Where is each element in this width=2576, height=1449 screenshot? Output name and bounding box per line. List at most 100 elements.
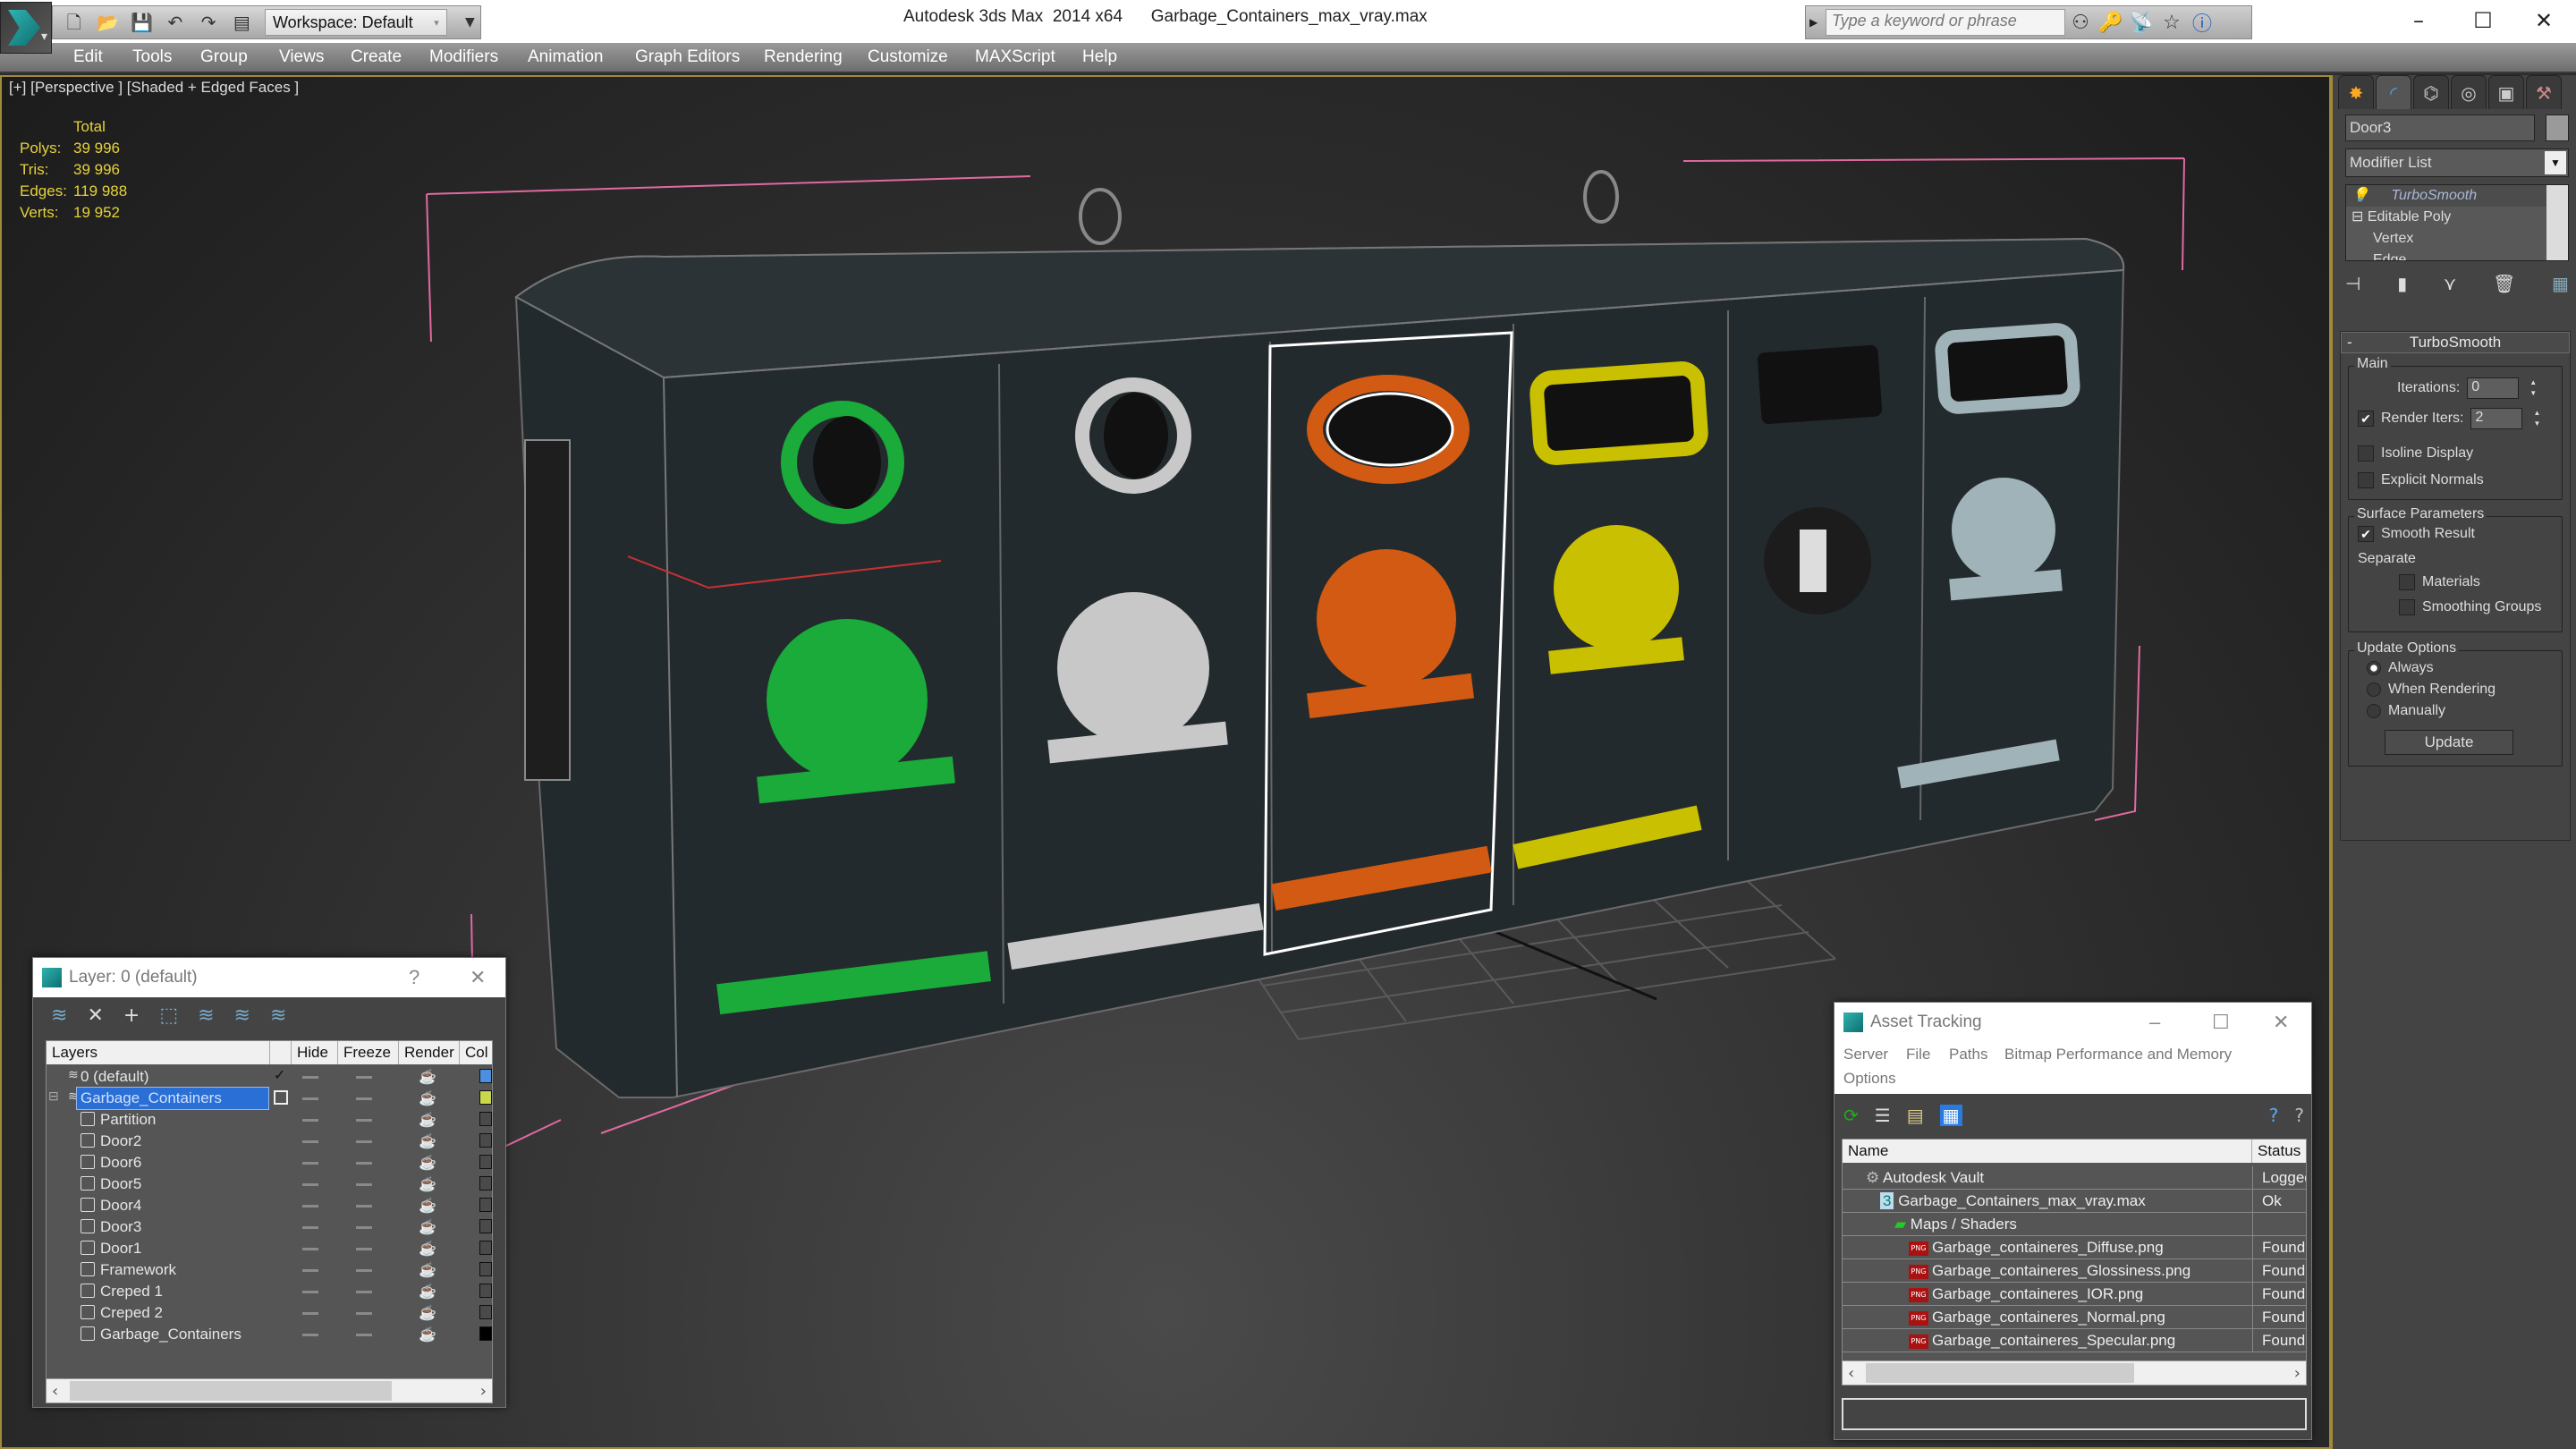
radio-button[interactable] xyxy=(2367,704,2381,718)
hide-toggle[interactable] xyxy=(302,1205,318,1208)
hide-toggle[interactable] xyxy=(302,1226,318,1229)
layer-name[interactable]: Creped 2 xyxy=(97,1302,163,1324)
modifier-stack[interactable]: 💡 TurboSmooth ⊟ Editable Poly Vertex Edg… xyxy=(2345,184,2569,261)
menu-maxscript[interactable]: MAXScript xyxy=(975,43,1055,72)
expand-arrow-icon[interactable]: ▶ xyxy=(1809,16,1826,29)
layer-color-swatch[interactable] xyxy=(479,1262,492,1276)
pin-stack-icon[interactable]: ⊣ xyxy=(2345,273,2360,294)
explicit-normals-checkbox[interactable] xyxy=(2358,472,2374,488)
hide-toggle[interactable] xyxy=(302,1312,318,1315)
layer-color-swatch[interactable] xyxy=(479,1284,492,1298)
layer-horizontal-scrollbar[interactable]: ‹ › xyxy=(46,1378,493,1403)
render-teapot-icon[interactable]: ☕ xyxy=(419,1111,436,1129)
layer-name[interactable]: Door1 xyxy=(97,1238,141,1259)
radio-button[interactable] xyxy=(2367,661,2381,675)
hide-toggle[interactable] xyxy=(302,1119,318,1122)
stack-scrollbar[interactable] xyxy=(2546,185,2568,260)
hierarchy-tab-icon[interactable]: ⌬ xyxy=(2413,75,2449,109)
asset-dialog-titlebar[interactable]: Asset Tracking – ☐ ✕ xyxy=(1835,1003,2311,1042)
scroll-right-icon[interactable]: › xyxy=(480,1379,487,1404)
menu-animation[interactable]: Animation xyxy=(528,43,604,72)
stack-item-vertex[interactable]: Vertex xyxy=(2346,228,2568,250)
render-iters-spinner[interactable]: 2 xyxy=(2470,408,2523,429)
help-button[interactable]: ? xyxy=(409,958,419,997)
hide-toggle[interactable] xyxy=(302,1334,318,1336)
materials-checkbox[interactable] xyxy=(2399,574,2415,590)
make-unique-icon[interactable]: ⋎ xyxy=(2444,273,2457,294)
close-button[interactable]: ✕ xyxy=(2517,4,2571,38)
collapse-icon[interactable]: ⊟ xyxy=(48,1089,59,1104)
current-layer-box-icon[interactable] xyxy=(274,1090,288,1105)
asset-row[interactable]: ▰ Maps / Shaders xyxy=(1843,1213,2306,1236)
render-teapot-icon[interactable]: ☕ xyxy=(419,1154,436,1172)
help-online-icon[interactable]: ? xyxy=(2269,1105,2279,1126)
layer-row[interactable]: Framework ☕ xyxy=(47,1259,492,1281)
layer-row[interactable]: Door6 ☕ xyxy=(47,1152,492,1174)
layer-row[interactable]: Door4 ☕ xyxy=(47,1195,492,1216)
layer-name[interactable]: Door4 xyxy=(97,1195,141,1216)
menu-graph-editors[interactable]: Graph Editors xyxy=(635,43,740,72)
layer-name[interactable]: 0 (default) xyxy=(77,1066,149,1088)
close-button[interactable]: ✕ xyxy=(470,958,486,997)
menu-modifiers[interactable]: Modifiers xyxy=(429,43,498,72)
menu-create[interactable]: Create xyxy=(351,43,402,72)
col-render[interactable]: Render xyxy=(399,1041,460,1064)
freeze-toggle[interactable] xyxy=(356,1291,372,1293)
motion-tab-icon[interactable]: ◎ xyxy=(2451,75,2487,109)
menu-rendering[interactable]: Rendering xyxy=(764,43,843,72)
menu-views[interactable]: Views xyxy=(279,43,324,72)
stack-item-edge[interactable]: Edge xyxy=(2346,250,2568,260)
layer-name[interactable]: Garbage_Containers xyxy=(97,1324,242,1345)
hide-toggle[interactable] xyxy=(302,1140,318,1143)
layer-color-swatch[interactable] xyxy=(479,1241,492,1255)
maximize-button[interactable]: ☐ xyxy=(2456,4,2510,38)
star-icon[interactable]: ☆ xyxy=(2157,12,2187,34)
current-layer-check-icon[interactable]: ✓ xyxy=(274,1066,285,1084)
smoothing-groups-checkbox[interactable] xyxy=(2399,599,2415,615)
render-teapot-icon[interactable]: ☕ xyxy=(419,1068,436,1086)
lightbulb-icon[interactable]: 💡 xyxy=(2351,188,2369,203)
layer-row[interactable]: Creped 1 ☕ xyxy=(47,1281,492,1302)
menu-file[interactable]: File xyxy=(1906,1046,1930,1063)
delete-layer-icon[interactable]: ✕ xyxy=(87,1004,103,1027)
layer-row[interactable]: Garbage_Containers ☕ xyxy=(47,1324,492,1345)
render-teapot-icon[interactable]: ☕ xyxy=(419,1261,436,1279)
freeze-toggle[interactable] xyxy=(356,1334,372,1336)
asset-row[interactable]: PNG Garbage_containeres_Glossiness.png Fou… xyxy=(1843,1259,2306,1283)
layer-color-swatch[interactable] xyxy=(479,1198,492,1212)
layer-color-swatch[interactable] xyxy=(479,1305,492,1319)
key-icon[interactable]: 🔑 xyxy=(2096,12,2126,34)
asset-row[interactable]: 3 Garbage_Containers_max_vray.max Ok xyxy=(1843,1190,2306,1213)
layer-row[interactable]: Creped 2 ☕ xyxy=(47,1302,492,1324)
display-tab-icon[interactable]: ▣ xyxy=(2488,75,2524,109)
layer-name[interactable]: Framework xyxy=(97,1259,176,1281)
asset-row[interactable]: ⚙ Autodesk Vault Logged xyxy=(1843,1166,2306,1190)
menu-paths[interactable]: Paths xyxy=(1949,1046,1987,1063)
update-button[interactable]: Update xyxy=(2385,730,2513,755)
menu-edit[interactable]: Edit xyxy=(73,43,103,72)
freeze-toggle[interactable] xyxy=(356,1248,372,1250)
select-objects-icon[interactable]: ⬚ xyxy=(159,1004,178,1027)
radio-button[interactable] xyxy=(2367,682,2381,697)
modify-tab-icon[interactable]: ◜ xyxy=(2376,75,2411,109)
render-teapot-icon[interactable]: ☕ xyxy=(419,1132,436,1150)
col-freeze[interactable]: Freeze xyxy=(338,1041,399,1064)
layer-row[interactable]: Door3 ☕ xyxy=(47,1216,492,1238)
project-folder-icon[interactable]: ▤ xyxy=(232,11,252,34)
collapse-icon[interactable]: ⊟ xyxy=(2351,209,2363,225)
add-to-layer-icon[interactable]: + xyxy=(123,1004,140,1027)
utilities-tab-icon[interactable]: ⚒ xyxy=(2526,75,2562,109)
layer-name[interactable]: Door5 xyxy=(97,1174,141,1195)
menu-server[interactable]: Server xyxy=(1843,1046,1888,1063)
refresh-icon[interactable]: ⟳ xyxy=(1843,1105,1859,1126)
col-current[interactable] xyxy=(270,1041,292,1064)
hide-toggle[interactable] xyxy=(302,1076,318,1079)
col-name[interactable]: Name xyxy=(1843,1140,2252,1163)
freeze-toggle[interactable] xyxy=(356,1119,372,1122)
help-icon[interactable]: ⓘ xyxy=(2187,8,2217,37)
layer-name[interactable]: Garbage_Containers xyxy=(76,1087,269,1110)
freeze-toggle[interactable] xyxy=(356,1097,372,1100)
layer-row[interactable]: Door5 ☕ xyxy=(47,1174,492,1195)
minimize-button[interactable]: – xyxy=(2392,4,2445,38)
layer-row[interactable]: Door2 ☕ xyxy=(47,1131,492,1152)
